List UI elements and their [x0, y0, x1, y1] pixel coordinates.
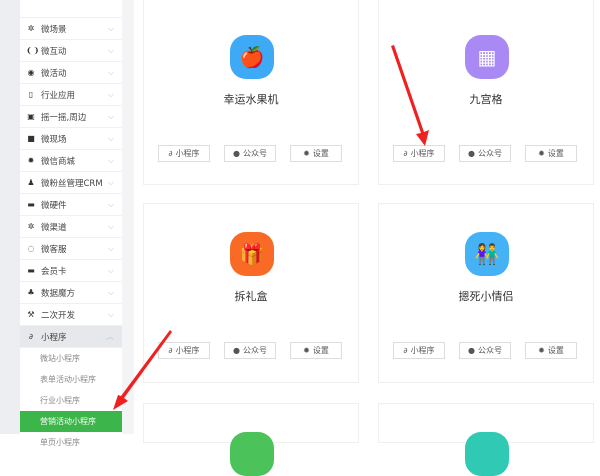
chevron-down-icon: ⌵: [107, 67, 114, 77]
wechat-icon: ●: [233, 346, 240, 355]
sidebar-item[interactable]: ■ 微现场 ⌵: [20, 128, 122, 150]
link-icon: ∂: [403, 149, 408, 158]
link-icon: ∂: [168, 346, 173, 355]
submenu-item[interactable]: 单页小程序: [20, 432, 122, 453]
sidebar-item[interactable]: ✲ 微渠道 ⌵: [20, 216, 122, 238]
wechat-icon: ●: [468, 149, 475, 158]
miniapp-button[interactable]: ∂ 小程序: [158, 342, 210, 359]
settings-button[interactable]: ✹ 设置: [525, 342, 577, 359]
industry-icon: ▯: [28, 90, 34, 99]
chevron-down-icon: ⌵: [107, 155, 114, 165]
miniapp-button[interactable]: ∂ 小程序: [158, 145, 210, 162]
app-card-partial[interactable]: [378, 403, 594, 476]
app-card[interactable]: 🍎 幸运水果机 ∂ 小程序 ● 公众号 ✹ 设置: [143, 0, 359, 185]
sidebar-item[interactable]: ✹ 微信商城 ⌵: [20, 150, 122, 172]
chevron-down-icon: ⌵: [107, 243, 114, 253]
sidebar-gap: [122, 0, 134, 434]
submenu-item[interactable]: 营销活动小程序: [20, 411, 122, 432]
official-account-button[interactable]: ● 公众号: [459, 145, 511, 162]
app-icon: 👫: [465, 232, 509, 276]
sidebar-item[interactable]: ◌ 微客服 ⌵: [20, 238, 122, 260]
activity-icon: ◉: [27, 68, 35, 77]
chevron-down-icon: ⌵: [107, 177, 114, 187]
app-card[interactable]: ▦ 九宫格 ∂ 小程序 ● 公众号 ✹ 设置: [378, 0, 594, 185]
sidebar-item[interactable]: ▣ 摇一摇,周边 ⌵: [20, 106, 122, 128]
sidebar-item[interactable]: ◉ 微活动 ⌵: [20, 62, 122, 84]
interact-icon: ❨❩: [26, 46, 40, 55]
miniapp-button[interactable]: ∂ 小程序: [393, 145, 445, 162]
chevron-down-icon: ⌵: [107, 309, 114, 319]
hardware-icon: ▬: [27, 200, 35, 209]
sidebar-item[interactable]: ✲ 微场景 ⌵: [20, 18, 122, 40]
scene-icon: ✲: [27, 24, 35, 33]
sidebar: ✲ 微场景 ⌵ ❨❩ 微互动 ⌵ ◉ 微活动 ⌵ ▯ 行业应用 ⌵ ▣ 摇一摇,周边 ⌵ ■ 微现场 ⌵ ✹ 微信商城…: [20, 0, 122, 453]
submenu-item[interactable]: 微站小程序: [20, 348, 122, 369]
submenu-item[interactable]: 表单活动小程序: [20, 369, 122, 390]
gear-icon: ✹: [303, 149, 310, 158]
settings-button[interactable]: ✹ 设置: [290, 342, 342, 359]
settings-button[interactable]: ✹ 设置: [525, 145, 577, 162]
submenu-item[interactable]: 行业小程序: [20, 390, 122, 411]
card-icon: ▬: [27, 266, 35, 275]
app-icon: ▦: [465, 35, 509, 79]
service-icon: ◌: [27, 244, 35, 253]
video-icon: ■: [27, 134, 35, 143]
sidebar-item-partial[interactable]: [20, 0, 122, 18]
link-icon: ∂: [28, 332, 34, 341]
fans-icon: ♟: [27, 178, 35, 187]
page-background: [0, 0, 20, 434]
gear-icon: ✹: [303, 346, 310, 355]
channel-icon: ✲: [27, 222, 35, 231]
app-card-partial[interactable]: [143, 403, 359, 476]
wechat-icon: ●: [233, 149, 240, 158]
sidebar-item-miniapp[interactable]: ∂ 小程序 ︿: [20, 326, 122, 348]
chevron-down-icon: ⌵: [107, 23, 114, 33]
sidebar-item[interactable]: ▯ 行业应用 ⌵: [20, 84, 122, 106]
sidebar-item[interactable]: ♣ 数据魔方 ⌵: [20, 282, 122, 304]
app-card[interactable]: 👫 摁死小情侣 ∂ 小程序 ● 公众号 ✹ 设置: [378, 203, 594, 383]
sidebar-item[interactable]: ▬ 微硬件 ⌵: [20, 194, 122, 216]
official-account-button[interactable]: ● 公众号: [224, 145, 276, 162]
settings-button[interactable]: ✹ 设置: [290, 145, 342, 162]
sidebar-item[interactable]: ⚒ 二次开发 ⌵: [20, 304, 122, 326]
app-title: 摁死小情侣: [458, 290, 514, 303]
app-icon: 🎁: [230, 232, 274, 276]
chevron-down-icon: ⌵: [107, 111, 114, 121]
data-icon: ♣: [27, 288, 35, 297]
official-account-button[interactable]: ● 公众号: [459, 342, 511, 359]
chevron-down-icon: ⌵: [107, 287, 114, 297]
gear-icon: ✹: [27, 156, 35, 165]
miniapp-button[interactable]: ∂ 小程序: [393, 342, 445, 359]
app-title: 九宫格: [469, 93, 503, 106]
chevron-down-icon: ⌵: [107, 199, 114, 209]
chevron-down-icon: ⌵: [107, 89, 114, 99]
app-icon: 🍎: [230, 35, 274, 79]
sidebar-item[interactable]: ❨❩ 微互动 ⌵: [20, 40, 122, 62]
app-title: 幸运水果机: [223, 93, 279, 106]
sidebar-item[interactable]: ▬ 会员卡 ⌵: [20, 260, 122, 282]
gear-icon: ✹: [538, 346, 545, 355]
chevron-down-icon: ⌵: [107, 265, 114, 275]
gear-icon: ✹: [538, 149, 545, 158]
wechat-icon: ●: [468, 346, 475, 355]
link-icon: ∂: [168, 149, 173, 158]
official-account-button[interactable]: ● 公众号: [224, 342, 276, 359]
app-title: 拆礼盒: [234, 290, 268, 303]
chevron-down-icon: ⌵: [107, 45, 114, 55]
chevron-up-icon: ︿: [106, 332, 114, 341]
link-icon: ∂: [403, 346, 408, 355]
shake-icon: ▣: [27, 112, 35, 121]
sidebar-item[interactable]: ♟ 微粉丝管理CRM ⌵: [20, 172, 122, 194]
chevron-down-icon: ⌵: [107, 133, 114, 143]
chevron-down-icon: ⌵: [107, 221, 114, 231]
wrench-icon: ⚒: [27, 310, 35, 319]
app-card[interactable]: 🎁 拆礼盒 ∂ 小程序 ● 公众号 ✹ 设置: [143, 203, 359, 383]
